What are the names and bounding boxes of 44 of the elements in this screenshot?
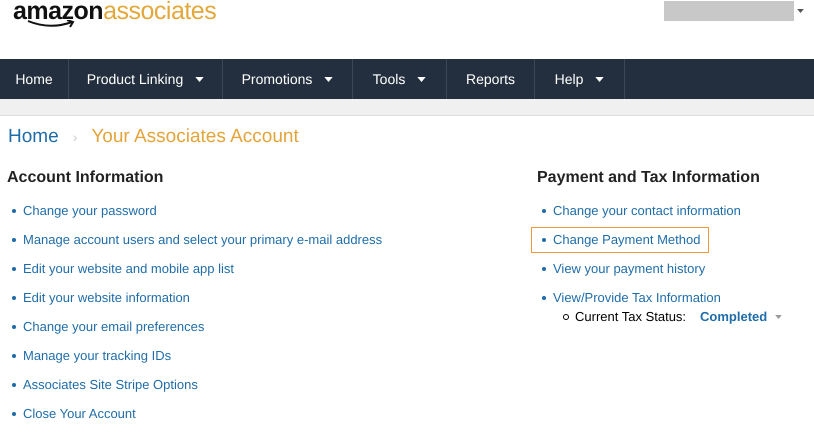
bullet-icon: [542, 209, 546, 213]
bullet-icon: [542, 296, 546, 300]
account-link[interactable]: Edit your website and mobile app list: [23, 259, 234, 279]
account-link[interactable]: View/Provide Tax Information: [553, 288, 721, 308]
breadcrumb-link[interactable]: Home: [8, 122, 59, 152]
link-item[interactable]: Close Your Account: [1, 401, 145, 427]
amazon-associates-logo[interactable]: amazonassociates: [13, 0, 216, 28]
link-item[interactable]: Change Payment Method: [531, 227, 710, 253]
bullet-icon: [12, 296, 16, 300]
link-item[interactable]: Change your email preferences: [1, 314, 214, 340]
link-item[interactable]: Edit your website information: [1, 285, 199, 311]
section-heading: Account Information: [7, 168, 164, 188]
bullet-icon: [563, 314, 569, 320]
breadcrumb-separator: ›: [72, 128, 78, 146]
bullet-icon: [12, 412, 16, 416]
bullet-icon: [12, 325, 16, 329]
account-link[interactable]: Change your contact information: [553, 201, 741, 221]
account-link[interactable]: Close Your Account: [23, 404, 136, 424]
bullet-icon: [12, 267, 16, 271]
account-link[interactable]: View your payment history: [553, 259, 706, 279]
account-link[interactable]: Edit your website information: [23, 288, 190, 308]
account-link[interactable]: Change your password: [23, 201, 157, 221]
bullet-icon: [12, 209, 16, 213]
bullet-icon: [12, 383, 16, 387]
link-item[interactable]: View your payment history: [531, 256, 714, 282]
bullet-icon: [542, 238, 546, 242]
tax-status-label: Current Tax Status:: [575, 308, 686, 326]
link-item[interactable]: Manage account users and select your primary e-mail address: [1, 227, 392, 253]
bullet-icon: [542, 267, 546, 271]
link-item[interactable]: Edit your website and mobile app list: [1, 256, 244, 282]
account-link[interactable]: Change Payment Method: [553, 230, 700, 250]
account-link[interactable]: Change your email preferences: [23, 317, 204, 337]
section-heading: Payment and Tax Information: [537, 168, 761, 188]
account-link[interactable]: Manage account users and select your primary e-mail address: [23, 230, 382, 250]
page-title: Your Associates Account: [91, 124, 299, 149]
account-link[interactable]: Manage your tracking IDs: [23, 346, 172, 366]
link-item[interactable]: Associates Site Stripe Options: [1, 372, 207, 398]
link-item[interactable]: Change your contact information: [531, 198, 750, 224]
bullet-icon: [12, 354, 16, 358]
link-item[interactable]: Change your password: [1, 198, 166, 224]
bullet-icon: [12, 238, 16, 242]
account-menu[interactable]: [664, 1, 804, 21]
link-item[interactable]: Manage your tracking IDs: [1, 343, 180, 369]
account-link[interactable]: Associates Site Stripe Options: [23, 375, 198, 395]
